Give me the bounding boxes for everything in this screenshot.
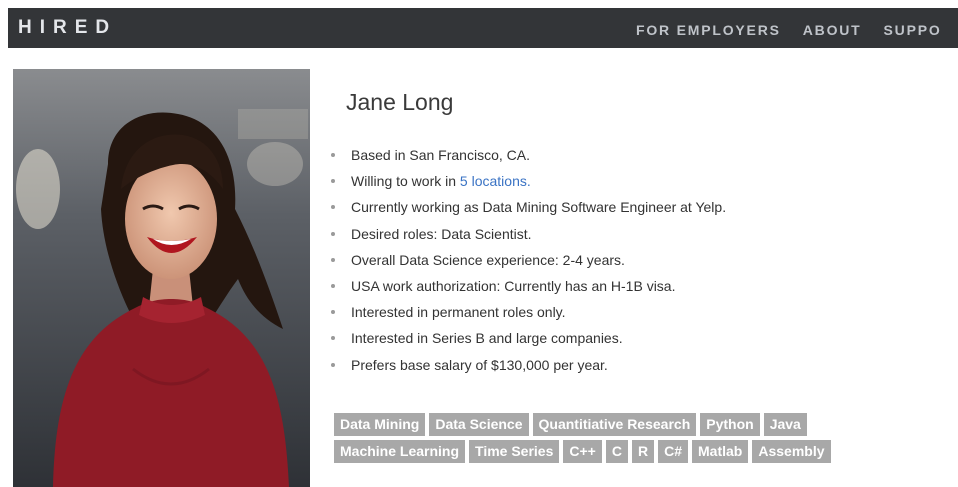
skill-tag[interactable]: Machine Learning (334, 440, 466, 463)
fact-role-type: Interested in permanent roles only. (330, 302, 726, 328)
skill-tag[interactable]: Quantitiative Research (532, 413, 697, 436)
skill-tag[interactable]: Data Science (429, 413, 529, 436)
profile-facts-list: Based in San Francisco, CA. Willing to w… (330, 145, 726, 381)
skill-tag[interactable]: C++ (563, 440, 602, 463)
skill-tag[interactable]: R (631, 440, 655, 463)
candidate-name: Jane Long (346, 89, 454, 115)
skill-tag[interactable]: Data Mining (334, 413, 426, 436)
fact-desired-roles: Desired roles: Data Scientist. (330, 224, 726, 250)
nav-for-employers[interactable]: FOR EMPLOYERS (636, 22, 781, 38)
fact-experience: Overall Data Science experience: 2-4 yea… (330, 250, 726, 276)
skill-tag[interactable]: Java (763, 413, 807, 436)
skill-tag[interactable]: Time Series (469, 440, 560, 463)
skill-tag[interactable]: Matlab (692, 440, 749, 463)
skill-tag[interactable]: Python (700, 413, 760, 436)
fact-work-authorization: USA work authorization: Currently has an… (330, 276, 726, 302)
fact-willing-to-work: Willing to work in 5 locations. (330, 171, 726, 197)
fact-willing-text: Willing to work in (351, 173, 457, 190)
fact-company-stage: Interested in Series B and large compani… (330, 328, 726, 354)
fact-location: Based in San Francisco, CA. (330, 145, 726, 171)
skill-tag[interactable]: C (605, 440, 628, 463)
skill-tag[interactable]: C# (658, 440, 689, 463)
hired-logo[interactable]: HIRED (18, 17, 117, 39)
locations-link[interactable]: 5 locations. (460, 173, 531, 189)
profile-photo (13, 69, 310, 487)
fact-salary: Prefers base salary of $130,000 per year… (330, 355, 726, 381)
nav-about[interactable]: ABOUT (803, 22, 862, 38)
skill-tags: Data Mining Data Science Quantitiative R… (334, 413, 934, 463)
profile-photo-image (13, 69, 310, 487)
skill-tag[interactable]: Assembly (752, 440, 831, 463)
nav-links: FOR EMPLOYERS ABOUT SUPPO (636, 22, 942, 38)
top-navbar: HIRED FOR EMPLOYERS ABOUT SUPPO (8, 8, 958, 48)
nav-support[interactable]: SUPPO (884, 22, 942, 38)
fact-current-role: Currently working as Data Mining Softwar… (330, 197, 726, 223)
